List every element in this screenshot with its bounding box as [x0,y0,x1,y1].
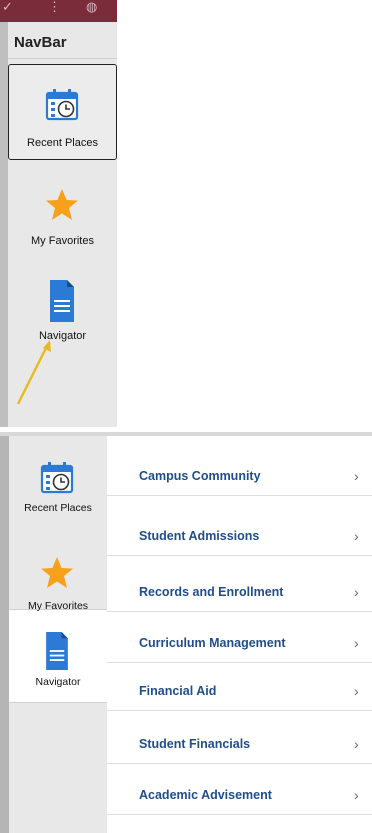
calendar-clock-icon [40,462,74,494]
document-icon [50,280,74,322]
menu-item-label: Records and Enrollment [139,585,284,599]
tile-recent-places[interactable]: Recent Places [9,454,107,536]
chevron-right-icon: › [354,635,359,651]
menu-item-label: Financial Aid [139,684,217,698]
check-icon[interactable]: ✓ [2,0,13,14]
menu-item-label: Curriculum Management [139,636,286,650]
calendar-clock-icon [45,89,79,121]
document-icon [46,632,68,670]
menu-item-label: Academic Advisement [139,788,272,802]
menu-item-curriculum-management[interactable]: Curriculum Management › [107,624,372,663]
tile-my-favorites[interactable]: My Favorites [8,178,117,262]
navbar-title: NavBar [14,34,67,51]
menu-item-academic-advisement[interactable]: Academic Advisement › [107,776,372,815]
menu-item-financial-aid[interactable]: Financial Aid › [107,672,372,711]
menu-item-label: Campus Community [139,469,261,483]
navigator-panel-bottom: Recent Places My Favorites Navigator Cam… [0,432,372,833]
menu-item-label: Student Financials [139,737,251,751]
tile-label: My Favorites [27,600,89,612]
tile-label: Recent Places [24,502,92,514]
chevron-right-icon: › [354,736,359,752]
chevron-right-icon: › [354,683,359,699]
star-icon [41,557,73,588]
more-options-icon[interactable]: ⋮ [48,0,61,14]
navigator-menu: Campus Community › Student Admissions › … [107,436,372,833]
chevron-right-icon: › [354,528,359,544]
divider [8,58,117,59]
tile-my-favorites[interactable]: My Favorites [9,550,107,616]
chevron-right-icon: › [354,468,359,484]
star-icon [46,189,78,220]
tile-navigator[interactable]: Navigator [8,274,117,348]
navbar-panel-top: ✓ ⋮ ◍ NavBar Recent Places My Favorites [0,0,117,427]
tile-label: My Favorites [31,235,94,247]
tile-recent-places[interactable]: Recent Places [8,64,117,160]
menu-item-student-admissions[interactable]: Student Admissions › [107,517,372,556]
menu-item-campus-community[interactable]: Campus Community › [107,457,372,496]
menu-item-label: Student Admissions [139,529,260,543]
annotation-arrow [16,340,51,405]
chevron-right-icon: › [354,584,359,600]
left-edge-strip [0,22,8,427]
menu-item-student-financials[interactable]: Student Financials › [107,725,372,764]
left-edge-strip [0,436,9,833]
info-icon[interactable]: ◍ [86,0,97,14]
tile-navigator[interactable]: Navigator [9,628,107,694]
menu-item-records-and-enrollment[interactable]: Records and Enrollment › [107,573,372,612]
tile-label: Navigator [35,676,81,688]
tile-label: Recent Places [27,137,98,149]
chevron-right-icon: › [354,787,359,803]
app-header: ✓ ⋮ ◍ [0,0,117,22]
